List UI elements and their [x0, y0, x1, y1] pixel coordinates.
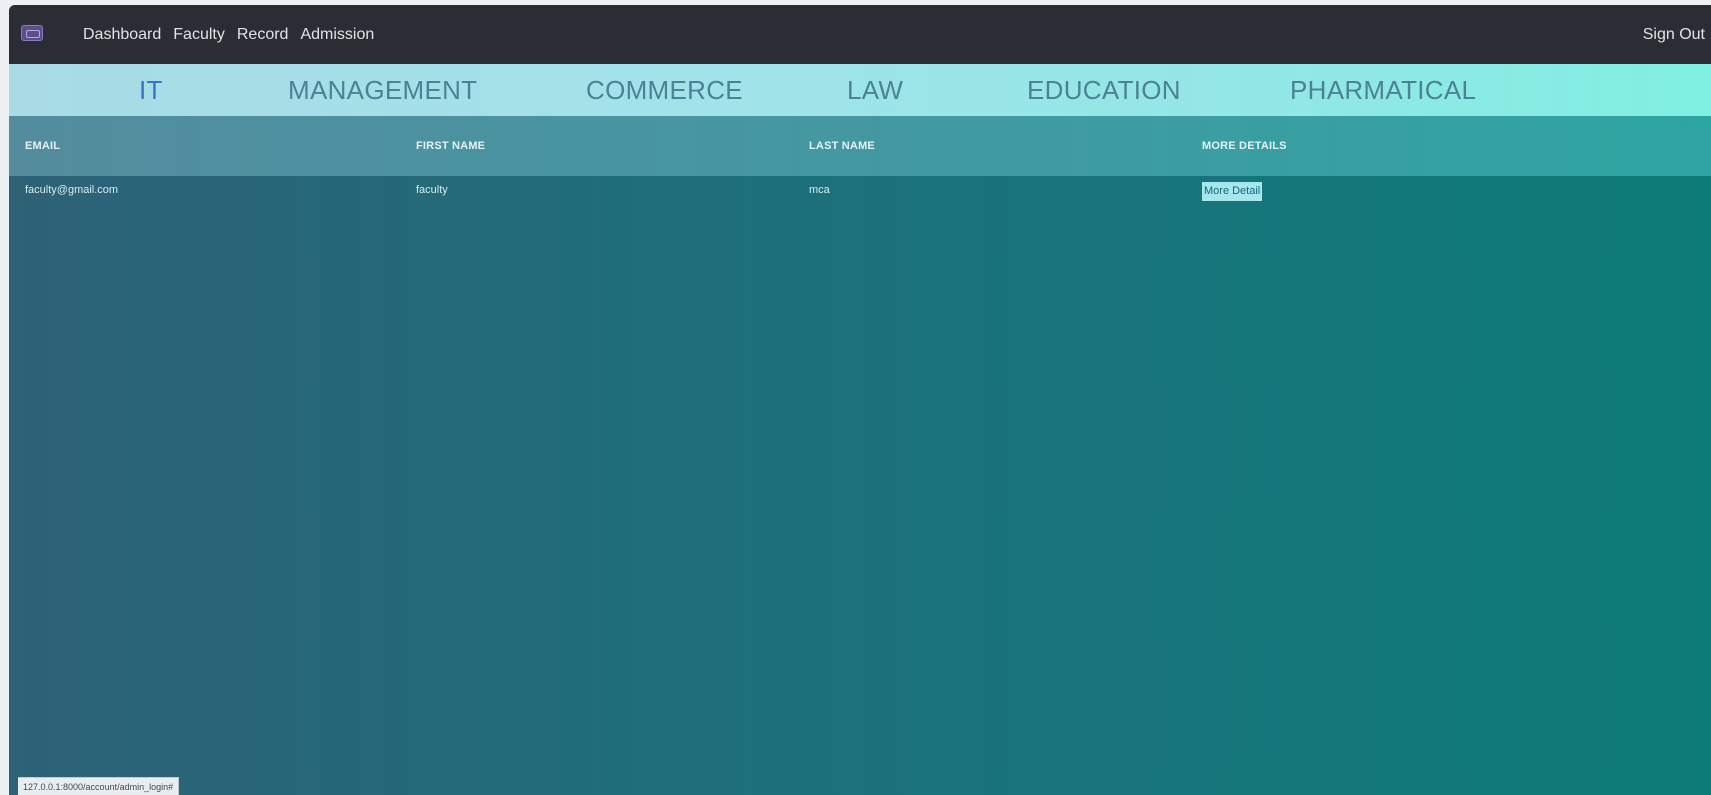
- column-header-first-name: FIRST NAME: [416, 140, 486, 152]
- nav-links: Dashboard Faculty Record Admission: [83, 5, 374, 64]
- nav-link-dashboard[interactable]: Dashboard: [83, 26, 161, 44]
- tab-management[interactable]: MANAGEMENT: [288, 64, 477, 116]
- nav-link-admission[interactable]: Admission: [300, 26, 374, 44]
- tab-education[interactable]: EDUCATION: [1027, 64, 1181, 116]
- cell-first-name: faculty: [416, 184, 448, 196]
- status-bar-url: 127.0.0.1:8000/account/admin_login#: [18, 777, 180, 795]
- tab-law[interactable]: LAW: [847, 64, 903, 116]
- logo-icon[interactable]: [21, 25, 43, 41]
- column-header-more-details: MORE DETAILS: [1202, 140, 1287, 152]
- more-detail-link[interactable]: More Detail: [1202, 182, 1263, 201]
- cell-last-name: mca: [809, 184, 830, 196]
- tab-pharmatical[interactable]: PHARMATICAL: [1290, 64, 1476, 116]
- column-header-email: EMAIL: [25, 140, 61, 152]
- nav-link-faculty[interactable]: Faculty: [173, 26, 225, 44]
- table-header: EMAIL FIRST NAME LAST NAME MORE DETAILS: [9, 116, 1711, 176]
- top-navbar: Dashboard Faculty Record Admission Sign …: [9, 5, 1711, 64]
- tab-commerce[interactable]: COMMERCE: [586, 64, 743, 116]
- table-row: faculty@gmail.com faculty mca More Detai…: [9, 176, 1711, 206]
- column-header-last-name: LAST NAME: [809, 140, 875, 152]
- faculty-tabs: IT MANAGEMENT COMMERCE LAW EDUCATION PHA…: [9, 64, 1711, 116]
- sign-out-link[interactable]: Sign Out: [1643, 5, 1705, 64]
- nav-link-record[interactable]: Record: [237, 26, 289, 44]
- app-window: Dashboard Faculty Record Admission Sign …: [9, 5, 1711, 795]
- tab-it[interactable]: IT: [139, 64, 163, 116]
- cell-email: faculty@gmail.com: [25, 184, 119, 196]
